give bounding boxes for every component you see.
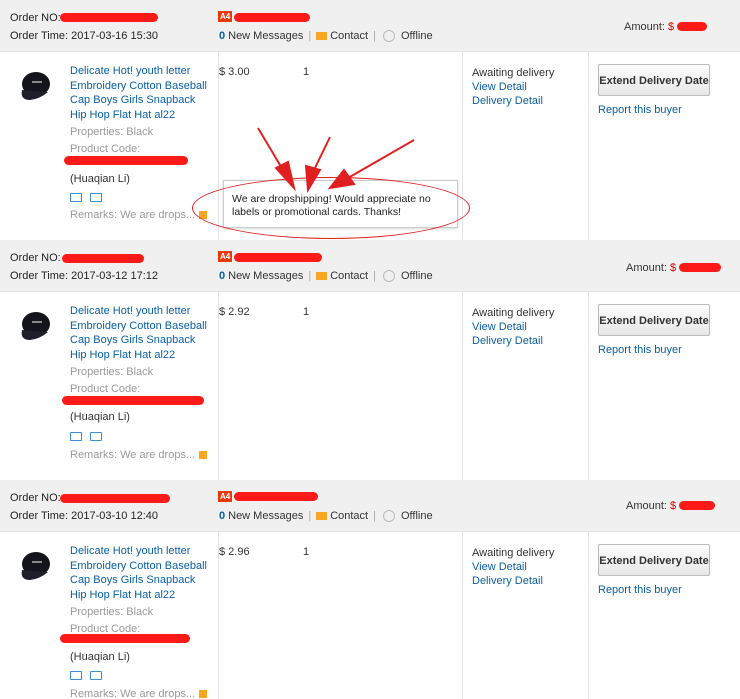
annotation-arrows bbox=[257, 127, 415, 194]
